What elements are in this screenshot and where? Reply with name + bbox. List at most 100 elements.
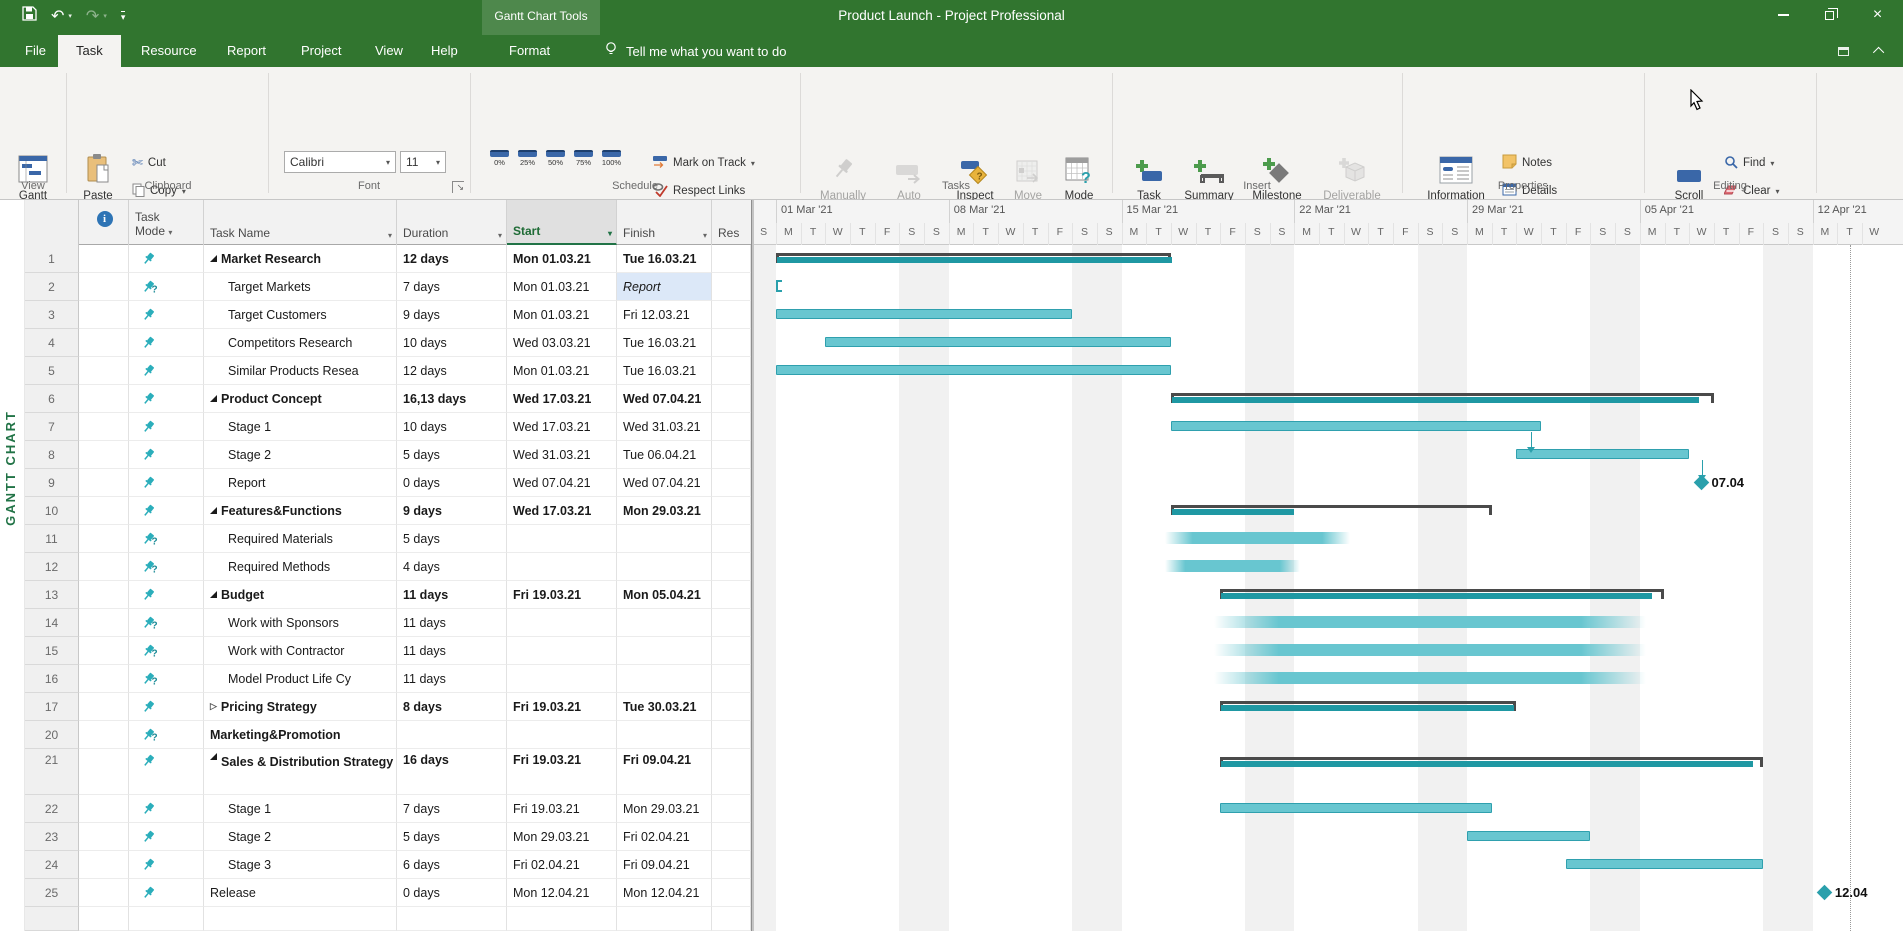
cell-indicator[interactable] bbox=[79, 907, 129, 931]
resources-header[interactable]: Res bbox=[712, 200, 751, 245]
cell-indicator[interactable] bbox=[79, 301, 129, 329]
cell-finish[interactable]: Tue 16.03.21 bbox=[617, 245, 712, 273]
cell-duration[interactable]: 10 days bbox=[397, 413, 507, 441]
gantt-task-bar[interactable] bbox=[825, 337, 1171, 347]
cell-task-mode[interactable] bbox=[129, 497, 204, 525]
cell-duration[interactable]: 7 days bbox=[397, 795, 507, 823]
cell-task-name[interactable]: Target Customers bbox=[204, 301, 397, 329]
collapse-ribbon-icon[interactable] bbox=[1876, 35, 1884, 67]
cell-duration[interactable]: 12 days bbox=[397, 245, 507, 273]
cell-resources[interactable] bbox=[712, 273, 751, 301]
mark-on-track-button[interactable]: Mark on Track ▾ bbox=[652, 151, 755, 175]
percent-complete-50-button[interactable]: 50% bbox=[542, 149, 569, 167]
tell-me-box[interactable]: Tell me what you want to do bbox=[604, 35, 786, 67]
cell-start[interactable]: Fri 19.03.21 bbox=[507, 795, 617, 823]
cell-task-name[interactable]: Competitors Research bbox=[204, 329, 397, 357]
row-number[interactable]: 22 bbox=[25, 795, 79, 823]
cell-resources[interactable] bbox=[712, 357, 751, 385]
cell-duration[interactable]: 5 days bbox=[397, 525, 507, 553]
cell-resources[interactable] bbox=[712, 637, 751, 665]
gantt-task-bar[interactable] bbox=[1516, 449, 1689, 459]
row-number[interactable]: 3 bbox=[25, 301, 79, 329]
tab-project[interactable]: Project bbox=[288, 35, 354, 67]
cell-duration[interactable] bbox=[397, 907, 507, 931]
row-number[interactable]: 14 bbox=[25, 609, 79, 637]
cell-start[interactable]: Fri 19.03.21 bbox=[507, 581, 617, 609]
cell-indicator[interactable] bbox=[79, 665, 129, 693]
cell-indicator[interactable] bbox=[79, 357, 129, 385]
collapse-triangle-icon[interactable] bbox=[210, 753, 217, 760]
row-number[interactable]: 7 bbox=[25, 413, 79, 441]
cell-duration[interactable]: 6 days bbox=[397, 851, 507, 879]
cell-indicator[interactable] bbox=[79, 329, 129, 357]
duration-header[interactable]: Duration▾ bbox=[397, 200, 507, 245]
cell-duration[interactable]: 16,13 days bbox=[397, 385, 507, 413]
cell-indicator[interactable] bbox=[79, 637, 129, 665]
cell-task-name[interactable]: Required Methods bbox=[204, 553, 397, 581]
row-number[interactable]: 20 bbox=[25, 721, 79, 749]
cell-resources[interactable] bbox=[712, 469, 751, 497]
cell-task-mode[interactable]: ? bbox=[129, 637, 204, 665]
cell-task-name[interactable]: Stage 3 bbox=[204, 851, 397, 879]
finish-header[interactable]: Finish▾ bbox=[617, 200, 712, 245]
gantt-undated-task-bar[interactable] bbox=[1165, 560, 1300, 572]
cell-task-name[interactable]: Stage 1 bbox=[204, 795, 397, 823]
insert-milestone-button[interactable]: Milestone bbox=[1244, 139, 1310, 203]
cell-task-mode[interactable]: ? bbox=[129, 553, 204, 581]
cell-task-mode[interactable] bbox=[129, 823, 204, 851]
cell-start[interactable]: Wed 17.03.21 bbox=[507, 497, 617, 525]
cell-finish[interactable]: Mon 12.04.21 bbox=[617, 879, 712, 907]
row-number[interactable]: 9 bbox=[25, 469, 79, 497]
cell-start[interactable]: Mon 12.04.21 bbox=[507, 879, 617, 907]
cell-duration[interactable]: 11 days bbox=[397, 609, 507, 637]
collapse-triangle-icon[interactable] bbox=[210, 255, 217, 262]
cell-indicator[interactable] bbox=[79, 553, 129, 581]
cell-duration[interactable]: 8 days bbox=[397, 693, 507, 721]
gantt-task-bar[interactable] bbox=[1467, 831, 1590, 841]
cell-task-mode[interactable]: ? bbox=[129, 609, 204, 637]
cell-indicator[interactable] bbox=[79, 823, 129, 851]
cell-duration[interactable]: 12 days bbox=[397, 357, 507, 385]
cell-start[interactable] bbox=[507, 637, 617, 665]
cell-task-mode[interactable] bbox=[129, 301, 204, 329]
cell-resources[interactable] bbox=[712, 329, 751, 357]
expand-triangle-icon[interactable]: ▷ bbox=[210, 701, 217, 712]
cell-start[interactable]: Fri 19.03.21 bbox=[507, 749, 617, 795]
cell-task-mode[interactable] bbox=[129, 441, 204, 469]
tab-task[interactable]: Task bbox=[58, 35, 121, 67]
gantt-task-bar[interactable] bbox=[1171, 421, 1541, 431]
cell-finish[interactable] bbox=[617, 609, 712, 637]
cell-start[interactable] bbox=[507, 609, 617, 637]
row-number[interactable]: 4 bbox=[25, 329, 79, 357]
cell-start[interactable] bbox=[507, 525, 617, 553]
cell-start[interactable]: Mon 01.03.21 bbox=[507, 357, 617, 385]
cell-finish[interactable]: Mon 29.03.21 bbox=[617, 795, 712, 823]
row-number[interactable]: 12 bbox=[25, 553, 79, 581]
row-number[interactable]: 1 bbox=[25, 245, 79, 273]
cell-start[interactable] bbox=[507, 721, 617, 749]
cell-indicator[interactable] bbox=[79, 721, 129, 749]
row-number[interactable]: 6 bbox=[25, 385, 79, 413]
cell-finish[interactable]: Fri 09.04.21 bbox=[617, 851, 712, 879]
cell-task-mode[interactable] bbox=[129, 245, 204, 273]
cell-duration[interactable]: 11 days bbox=[397, 581, 507, 609]
cell-resources[interactable] bbox=[712, 245, 751, 273]
cell-indicator[interactable] bbox=[79, 413, 129, 441]
cell-task-name[interactable]: Stage 2 bbox=[204, 823, 397, 851]
font-name-select[interactable]: Calibri▾ bbox=[284, 151, 396, 173]
cell-task-name[interactable]: Product Concept bbox=[204, 385, 397, 413]
gantt-undated-task-bar[interactable] bbox=[1165, 532, 1350, 544]
cell-task-mode[interactable] bbox=[129, 795, 204, 823]
cell-finish[interactable] bbox=[617, 637, 712, 665]
row-number[interactable]: 16 bbox=[25, 665, 79, 693]
cell-resources[interactable] bbox=[712, 907, 751, 931]
cell-finish[interactable]: Wed 07.04.21 bbox=[617, 385, 712, 413]
cell-finish[interactable]: Wed 31.03.21 bbox=[617, 413, 712, 441]
cell-finish[interactable]: Fri 12.03.21 bbox=[617, 301, 712, 329]
cell-start[interactable] bbox=[507, 907, 617, 931]
cell-indicator[interactable] bbox=[79, 609, 129, 637]
cell-start[interactable]: Wed 17.03.21 bbox=[507, 413, 617, 441]
row-number-header[interactable] bbox=[25, 200, 79, 245]
cell-task-mode[interactable]: ? bbox=[129, 721, 204, 749]
cell-task-mode[interactable] bbox=[129, 357, 204, 385]
